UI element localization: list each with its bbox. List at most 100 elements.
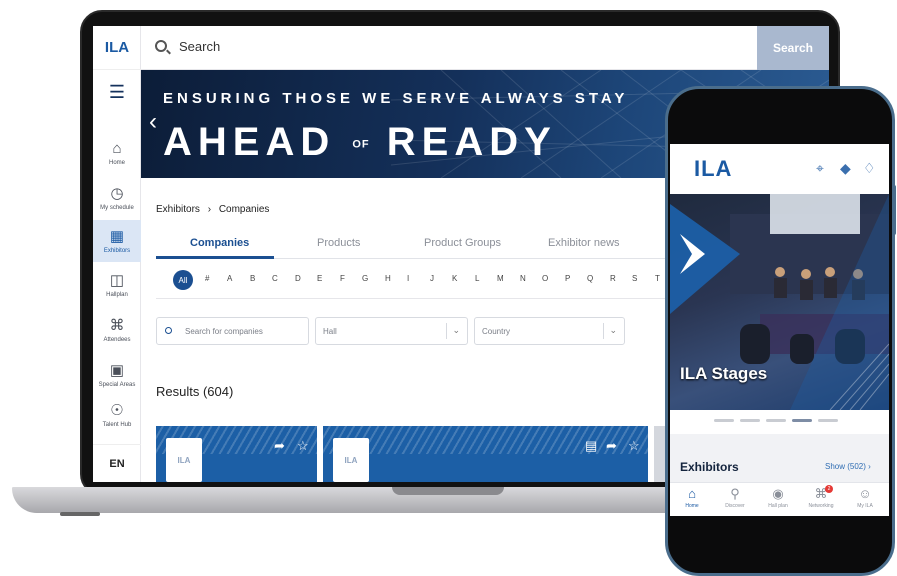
divider (603, 323, 604, 339)
sidebar-item-label: Home (108, 159, 125, 166)
company-search-input[interactable]: Search for companies (156, 317, 309, 345)
star-icon[interactable]: ☆ (628, 438, 640, 454)
language-switcher[interactable]: EN (93, 444, 141, 482)
networking-icon: ⌘ (814, 486, 828, 501)
breadcrumb: Exhibitors › Companies (156, 204, 269, 215)
nav-discover[interactable]: ⚲ Discover (717, 487, 753, 510)
letter-filter[interactable]: M (497, 274, 504, 283)
star-icon[interactable]: ☆ (297, 438, 309, 454)
letter-filter[interactable]: L (475, 274, 479, 283)
company-logo: ILA (166, 438, 202, 482)
home-icon: ⌂ (112, 139, 122, 157)
carousel-dot[interactable] (818, 419, 838, 422)
carousel-dot[interactable] (766, 419, 786, 422)
tab-exhibitor-news[interactable]: Exhibitor news (548, 237, 620, 249)
hero-carousel-slide[interactable]: ILA Stages (670, 194, 889, 410)
letter-filter[interactable]: F (340, 274, 345, 283)
sidebar-item-label: Exhibitors (103, 247, 131, 254)
nav-home[interactable]: ⌂ Home (674, 486, 710, 510)
qr-icon[interactable]: ⌖ (816, 160, 824, 177)
letter-filter[interactable]: H (385, 274, 391, 283)
show-all-link[interactable]: Show (502) › (825, 462, 871, 471)
letter-filter[interactable]: K (452, 274, 457, 283)
letter-filter[interactable]: R (610, 274, 616, 283)
chevron-left-icon[interactable]: ‹ (149, 108, 157, 136)
letter-filter[interactable]: B (250, 274, 255, 283)
tag-icon[interactable]: ◆ (840, 160, 851, 177)
sidebar-item-label: Hallplan (106, 291, 128, 298)
banner-headline: AHEAD OF READY (163, 120, 557, 165)
chevron-right-icon: › (207, 204, 212, 215)
hero-title: ILA Stages (680, 364, 768, 383)
phone-screen: ILA ⌖ ◆ ♢ ILA Stages Exhibitors Show (50… (670, 144, 889, 516)
carousel-dot[interactable] (740, 419, 760, 422)
special-areas-icon: ▣ (109, 361, 125, 379)
hamburger-icon[interactable]: ☰ (93, 70, 141, 114)
company-card[interactable]: ILA ➦ ☆ (156, 426, 317, 482)
sidebar-item-attendees[interactable]: ⌘ Attendees (93, 309, 141, 351)
company-card[interactable]: ILA ▤ ➦ ☆ (323, 426, 648, 482)
tab-products[interactable]: Products (317, 237, 360, 249)
top-search-bar: Search Search (141, 26, 829, 70)
banner-word-ready: READY (386, 120, 557, 164)
sidebar-item-home[interactable]: ⌂ Home (93, 132, 141, 174)
letter-filter[interactable]: I (407, 274, 409, 283)
nav-label: Networking (808, 503, 834, 509)
attendees-icon: ⌘ (109, 316, 125, 334)
chevron-right-icon: › (868, 462, 871, 471)
search-button[interactable]: Search (757, 26, 829, 70)
letter-filter[interactable]: P (565, 274, 570, 283)
search-input[interactable]: Search (179, 39, 220, 54)
tab-product-groups[interactable]: Product Groups (424, 237, 501, 249)
hall-select[interactable]: Hall ⌄ (315, 317, 468, 345)
letter-filter[interactable]: C (272, 274, 278, 283)
banner-word-of: OF (352, 138, 370, 151)
divider (156, 298, 676, 299)
home-icon: ⌂ (688, 486, 696, 501)
letter-filter[interactable]: J (430, 274, 434, 283)
sidebar-item-label: Talent Hub (102, 421, 132, 428)
divider (446, 323, 447, 339)
letter-filter[interactable]: O (542, 274, 548, 283)
exhibitors-icon: ▦ (109, 227, 125, 245)
banner-word-ahead: AHEAD (163, 120, 336, 164)
letter-filter-all[interactable]: All (173, 270, 193, 290)
breadcrumb-current: Companies (218, 204, 270, 215)
map-icon: ◫ (109, 271, 125, 289)
search-icon (155, 40, 167, 52)
section-title: Exhibitors (680, 460, 739, 474)
share-icon[interactable]: ➦ (606, 438, 617, 454)
sidebar-item-hallplan[interactable]: ◫ Hallplan (93, 264, 141, 306)
letter-filter[interactable]: Q (587, 274, 593, 283)
letter-filter[interactable]: G (362, 274, 368, 283)
carousel-dot-active[interactable] (792, 419, 812, 422)
app-logo[interactable]: ILA (93, 26, 141, 70)
letter-filter[interactable]: S (632, 274, 637, 283)
sidebar-item-label: Attendees (103, 336, 131, 343)
app-logo[interactable]: ILA (694, 156, 732, 182)
bell-icon[interactable]: ♢ (863, 160, 876, 177)
carousel-dot[interactable] (714, 419, 734, 422)
tab-companies[interactable]: Companies (190, 237, 249, 249)
letter-filter[interactable]: T (655, 274, 660, 283)
breadcrumb-parent[interactable]: Exhibitors (156, 204, 200, 215)
letter-filter[interactable]: N (520, 274, 526, 283)
nav-hall-plan[interactable]: ◉ Hall plan (760, 487, 796, 510)
calendar-icon[interactable]: ▤ (585, 438, 597, 454)
nav-label: Home (685, 503, 699, 509)
letter-filter[interactable]: A (227, 274, 232, 283)
banner-tagline: ENSURING THOSE WE SERVE ALWAYS STAY (163, 90, 629, 107)
country-select[interactable]: Country ⌄ (474, 317, 625, 345)
nav-my-ila[interactable]: ☺ My ILA (847, 486, 883, 510)
share-icon[interactable]: ➦ (274, 438, 285, 454)
letter-filter[interactable]: # (205, 274, 209, 283)
letter-filter[interactable]: E (317, 274, 322, 283)
user-icon: ☺ (858, 486, 872, 501)
card-pattern (323, 426, 648, 454)
sidebar-item-exhibitors[interactable]: ▦ Exhibitors (93, 220, 141, 262)
letter-filter[interactable]: D (295, 274, 301, 283)
nav-networking[interactable]: ⌘ 2 Networking (803, 485, 839, 509)
sidebar-item-my-schedule[interactable]: ◷ My schedule (93, 177, 141, 219)
sidebar-item-special-areas[interactable]: ▣ Special Areas (93, 354, 141, 396)
sidebar-item-talent-hub[interactable]: ☉ Talent Hub (93, 398, 141, 432)
